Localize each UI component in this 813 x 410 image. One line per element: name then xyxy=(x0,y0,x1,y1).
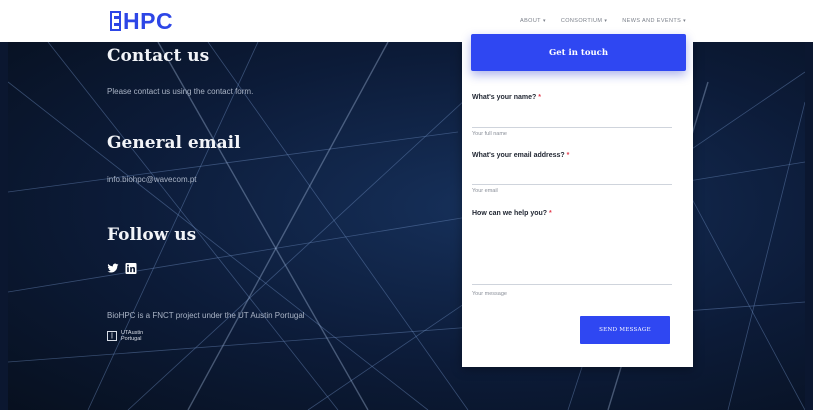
message-helper-text: Your message xyxy=(472,291,507,297)
nav-item-consortium[interactable]: CONSORTIUM ▾ xyxy=(561,18,607,24)
follow-us-heading: Follow us xyxy=(107,225,197,245)
nav-item-label: ABOUT xyxy=(520,18,541,24)
twitter-icon[interactable] xyxy=(107,263,119,274)
ut-logo-text: UTAustin Portugal xyxy=(121,330,143,342)
send-message-button[interactable]: SEND MESSAGE xyxy=(580,316,670,344)
required-mark: * xyxy=(566,152,570,159)
email-label: What's your email address? * xyxy=(472,152,569,159)
help-label-text: How can we help you? xyxy=(472,210,548,217)
general-email-heading: General email xyxy=(107,133,241,153)
logo-mark-icon xyxy=(110,11,121,31)
contact-text: Please contact us using the contact form… xyxy=(107,87,254,96)
ut-logo-line2: Portugal xyxy=(121,336,142,342)
name-label: What's your name? * xyxy=(472,94,541,101)
logo-text: HPC xyxy=(123,7,174,34)
chevron-down-icon: ▾ xyxy=(683,18,687,24)
contact-form-card: What's your name? * Your full name What'… xyxy=(462,42,693,367)
nav-item-news-and-events[interactable]: NEWS AND EVENTS ▾ xyxy=(622,18,686,24)
name-input[interactable] xyxy=(472,113,672,128)
name-label-text: What's your name? xyxy=(472,94,537,101)
project-text: BioHPC is a FNCT project under the UT Au… xyxy=(107,311,305,320)
social-links xyxy=(107,263,137,274)
nav-item-about[interactable]: ABOUT ▾ xyxy=(520,18,546,24)
email-helper-text: Your email xyxy=(472,188,498,194)
contact-heading: Contact us xyxy=(107,46,210,66)
get-in-touch-header: Get in touch xyxy=(471,34,686,71)
ut-logo-square-icon: | xyxy=(107,331,117,341)
site-header: HPC ABOUT ▾ CONSORTIUM ▾ NEWS AND EVENTS ▾ xyxy=(0,0,813,42)
ut-austin-portugal-logo[interactable]: | UTAustin Portugal xyxy=(107,330,143,342)
general-email-address[interactable]: info.biohpc@wavecom.pt xyxy=(107,175,197,184)
email-label-text: What's your email address? xyxy=(472,152,565,159)
required-mark: * xyxy=(549,210,552,217)
required-mark: * xyxy=(538,94,541,101)
help-label: How can we help you? * xyxy=(472,210,552,217)
message-textarea[interactable] xyxy=(472,222,672,285)
email-input[interactable] xyxy=(472,170,672,185)
nav-item-label: CONSORTIUM xyxy=(560,18,603,24)
chevron-down-icon: ▾ xyxy=(542,18,546,24)
chevron-down-icon: ▾ xyxy=(604,18,608,24)
site-logo[interactable]: HPC xyxy=(110,8,173,34)
linkedin-icon[interactable] xyxy=(125,263,137,274)
nav-item-label: NEWS AND EVENTS xyxy=(622,18,682,24)
name-helper-text: Your full name xyxy=(472,131,507,137)
